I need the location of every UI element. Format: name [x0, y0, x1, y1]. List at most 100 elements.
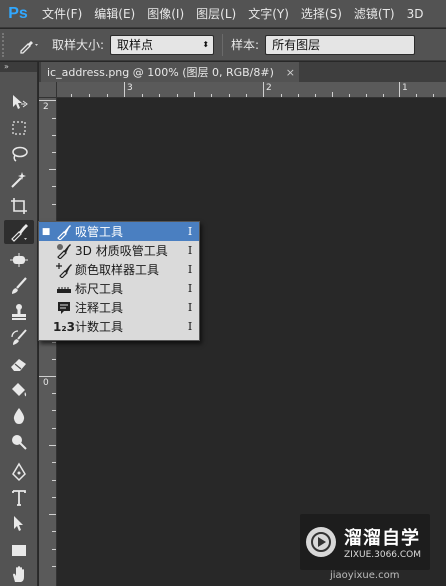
- eyedropper-tool-flyout: ■ 吸管工具 I 3D 材质吸管工具 I 颜色取样器工具 I 标尺工具 I 注释…: [38, 221, 200, 341]
- note-icon: [53, 300, 75, 316]
- ruler-label: 3: [127, 83, 133, 93]
- brush-tool[interactable]: [4, 274, 34, 298]
- flyout-item-eyedropper[interactable]: ■ 吸管工具 I: [39, 222, 199, 241]
- move-icon: [13, 95, 28, 109]
- watermark-footer: jiaoyixue.com: [330, 570, 400, 581]
- path-selection-icon: [14, 516, 23, 531]
- ruler-ticks: [71, 82, 434, 97]
- vertical-ruler[interactable]: 2 1 0: [39, 98, 57, 586]
- spot-healing-tool[interactable]: [4, 248, 34, 272]
- flyout-item-color-sampler[interactable]: 颜色取样器工具 I: [39, 260, 199, 279]
- menu-file[interactable]: 文件(F): [36, 0, 88, 28]
- magic-wand-icon: [11, 172, 26, 188]
- watermark-text: 溜溜自学 ZIXUE.3066.COM: [344, 524, 421, 560]
- sample-label: 样本:: [231, 38, 260, 52]
- eyedropper-icon: [11, 224, 28, 242]
- flyout-item-note[interactable]: 注释工具 I: [39, 298, 199, 317]
- sample-size-select[interactable]: 取样点 ⬍: [110, 34, 215, 55]
- sample-size-value: 取样点: [117, 38, 154, 52]
- close-icon[interactable]: ×: [286, 66, 295, 79]
- sample-size-label: 取样大小:: [52, 38, 105, 52]
- sample-select[interactable]: 所有图层: [265, 34, 416, 55]
- hand-tool[interactable]: [4, 562, 34, 586]
- type-tool[interactable]: [4, 486, 34, 510]
- ruler-label: 2: [266, 83, 272, 93]
- count-icon: 1₂3: [53, 319, 75, 334]
- flyout-item-shortcut: I: [187, 320, 193, 333]
- clone-stamp-tool[interactable]: [4, 300, 34, 324]
- tool-preset-picker[interactable]: [14, 33, 44, 57]
- ruler-icon: [53, 281, 75, 297]
- flyout-item-label: 注释工具: [75, 301, 124, 315]
- flyout-item-shortcut: I: [187, 225, 193, 238]
- marquee-tool[interactable]: [4, 116, 34, 140]
- photoshop-window: Ps 文件(F) 编辑(E) 图像(I) 图层(L) 文字(Y) 选择(S) 滤…: [0, 0, 446, 586]
- ruler-ticks: [39, 100, 56, 567]
- ruler-label: 2: [43, 102, 49, 112]
- paint-bucket-tool[interactable]: [4, 378, 34, 402]
- flyout-item-shortcut: I: [187, 263, 193, 276]
- flyout-item-count[interactable]: 1₂3 计数工具 I: [39, 317, 199, 336]
- document-tab[interactable]: ic_address.png @ 100% (图层 0, RGB/8#) ×: [41, 62, 299, 82]
- rectangle-icon: [12, 545, 26, 556]
- flyout-item-shortcut: I: [187, 244, 193, 257]
- document-tab-bar: ic_address.png @ 100% (图层 0, RGB/8#) ×: [39, 62, 446, 82]
- 3d-material-eyedropper-icon: [53, 243, 75, 259]
- rectangle-tool[interactable]: [4, 538, 34, 562]
- spot-healing-icon: [10, 253, 28, 267]
- flyout-item-label: 3D 材质吸管工具: [75, 244, 168, 258]
- eyedropper-icon: [20, 40, 38, 54]
- sample-value: 所有图层: [272, 38, 321, 52]
- eraser-icon: [11, 359, 26, 371]
- menu-select[interactable]: 选择(S): [295, 0, 348, 28]
- watermark: 溜溜自学 ZIXUE.3066.COM: [300, 514, 430, 570]
- menu-type[interactable]: 文字(Y): [242, 0, 295, 28]
- menu-edit[interactable]: 编辑(E): [88, 0, 141, 28]
- magic-wand-tool[interactable]: [4, 168, 34, 192]
- app-logo: Ps: [8, 4, 28, 22]
- watermark-title: 溜溜自学: [344, 528, 420, 549]
- tools-panel: »: [0, 62, 38, 586]
- flyout-item-ruler[interactable]: 标尺工具 I: [39, 279, 199, 298]
- eyedropper-tool[interactable]: [4, 220, 34, 244]
- history-brush-tool[interactable]: [4, 326, 34, 350]
- menu-image[interactable]: 图像(I): [141, 0, 190, 28]
- dodge-icon: [12, 435, 27, 450]
- watermark-logo-icon: [306, 527, 336, 557]
- horizontal-ruler[interactable]: 3 2 1: [57, 82, 446, 98]
- move-tool[interactable]: [4, 90, 34, 114]
- menu-3d[interactable]: 3D: [401, 0, 430, 28]
- flyout-item-3d-material-eyedropper[interactable]: 3D 材质吸管工具 I: [39, 241, 199, 260]
- options-divider: [222, 33, 224, 56]
- lasso-tool[interactable]: [4, 142, 34, 166]
- crop-icon: [11, 198, 27, 214]
- watermark-url: ZIXUE.3066.COM: [344, 550, 422, 560]
- flyout-item-label: 标尺工具: [75, 282, 124, 296]
- pen-tool[interactable]: [4, 460, 34, 484]
- blur-tool[interactable]: [4, 404, 34, 428]
- tools-panel-collapse[interactable]: »: [0, 62, 37, 72]
- ruler-corner[interactable]: [39, 82, 57, 98]
- options-grip[interactable]: [2, 32, 14, 57]
- paint-bucket-icon: [12, 383, 27, 397]
- options-bar: 取样大小: 取样点 ⬍ 样本: 所有图层: [0, 29, 446, 61]
- ruler-label: 1: [402, 83, 408, 93]
- dodge-tool[interactable]: [4, 430, 34, 454]
- crop-tool[interactable]: [4, 194, 34, 218]
- marquee-icon: [12, 121, 26, 135]
- flyout-item-label: 计数工具: [75, 320, 124, 334]
- blur-icon: [13, 408, 25, 424]
- document-canvas[interactable]: [58, 99, 446, 586]
- menu-bar: Ps 文件(F) 编辑(E) 图像(I) 图层(L) 文字(Y) 选择(S) 滤…: [0, 0, 446, 28]
- pen-icon: [12, 462, 26, 482]
- menu-layer[interactable]: 图层(L): [190, 0, 242, 28]
- color-sampler-icon: [53, 262, 75, 278]
- path-selection-tool[interactable]: [4, 512, 34, 536]
- history-brush-icon: [11, 329, 27, 345]
- select-arrows-icon: ⬍: [202, 39, 210, 49]
- flyout-item-shortcut: I: [187, 301, 193, 314]
- menu-filter[interactable]: 滤镜(T): [348, 0, 401, 28]
- brush-icon: [12, 277, 27, 294]
- hand-icon: [13, 566, 24, 582]
- eraser-tool[interactable]: [4, 352, 34, 376]
